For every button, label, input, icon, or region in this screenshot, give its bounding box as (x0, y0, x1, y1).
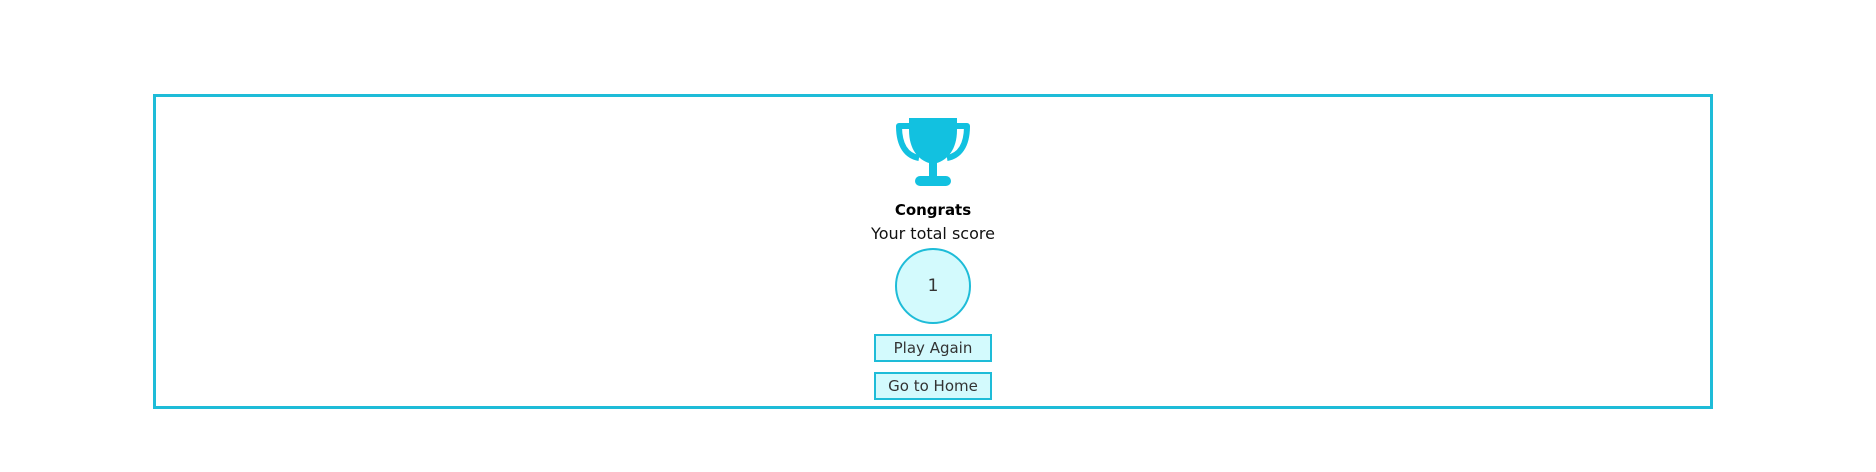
score-value: 1 (927, 276, 939, 296)
score-badge: 1 (895, 248, 971, 324)
play-again-button[interactable]: Play Again (874, 334, 992, 362)
go-home-label: Go to Home (888, 377, 978, 395)
play-again-label: Play Again (893, 339, 973, 357)
result-panel: Congrats Your total score 1 Play Again G… (153, 94, 1713, 409)
congrats-title: Congrats (894, 201, 972, 219)
go-home-button[interactable]: Go to Home (874, 372, 992, 400)
score-caption: Your total score (871, 224, 995, 243)
trophy-icon (896, 118, 970, 186)
